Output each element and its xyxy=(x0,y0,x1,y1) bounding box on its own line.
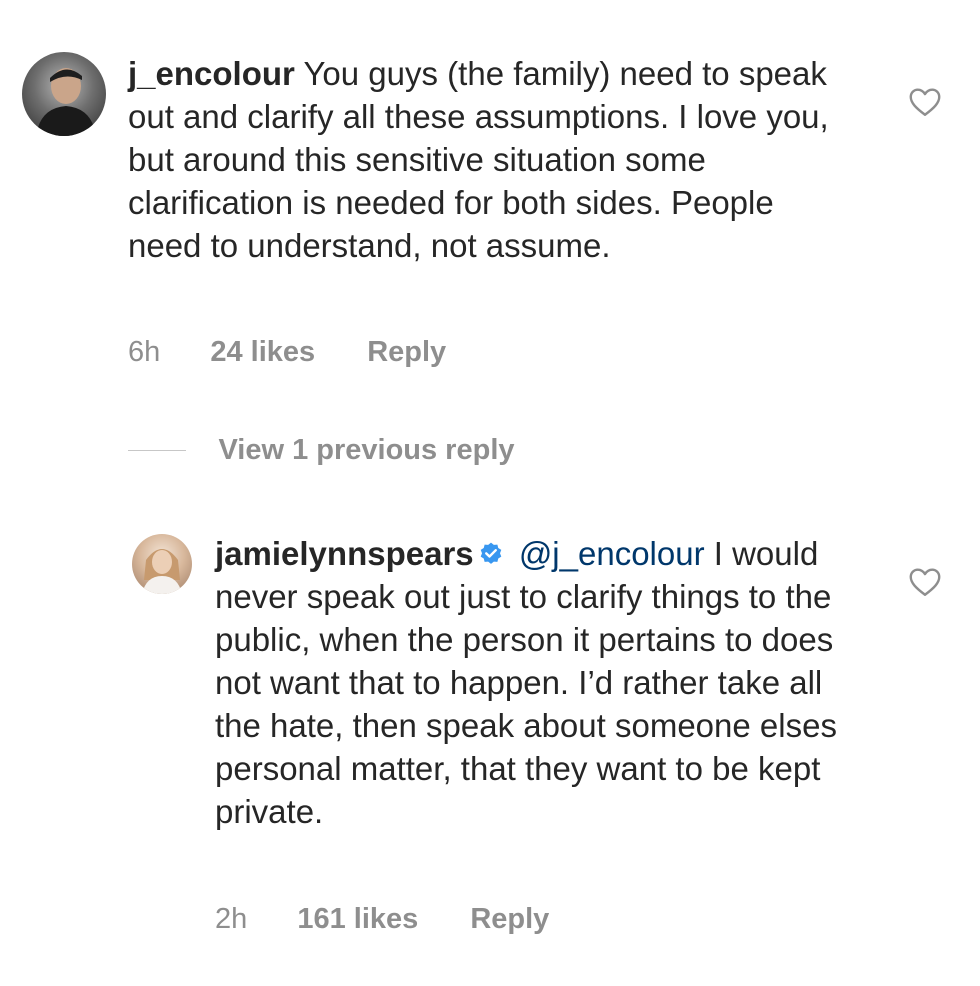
comment-likes-link[interactable]: 24 likes xyxy=(210,336,315,369)
view-previous-replies-label: View 1 previous reply xyxy=(218,434,515,466)
comment-timestamp: 2h xyxy=(215,903,248,935)
verified-badge-icon xyxy=(478,541,504,567)
comment-likes-link[interactable]: 161 likes xyxy=(297,903,418,936)
comment-body: I would never speak out just to clarify … xyxy=(215,535,837,830)
like-button[interactable] xyxy=(907,84,943,120)
comment-text: j_encolour You guys (the family) need to… xyxy=(128,52,848,267)
heart-outline-icon xyxy=(909,88,941,116)
comment-timestamp: 6h xyxy=(128,336,161,368)
reply-button[interactable]: Reply xyxy=(367,336,446,369)
heart-outline-icon xyxy=(909,568,941,596)
avatar[interactable] xyxy=(132,534,192,594)
avatar-image xyxy=(36,68,96,136)
like-button[interactable] xyxy=(907,564,943,600)
comment-meta: 2h 161 likes Reply xyxy=(215,903,549,936)
avatar-image xyxy=(142,549,182,594)
view-previous-replies-button[interactable]: View 1 previous reply xyxy=(128,434,515,467)
comment-text: jamielynnspears @j_encolour I would neve… xyxy=(215,532,865,833)
avatar[interactable] xyxy=(22,52,106,136)
comment-username[interactable]: j_encolour xyxy=(128,55,295,92)
comment-meta: 6h 24 likes Reply xyxy=(128,336,446,369)
comment-username[interactable]: jamielynnspears xyxy=(215,535,474,572)
mention-link[interactable]: @j_encolour xyxy=(519,535,705,572)
reply-button[interactable]: Reply xyxy=(470,903,549,936)
replies-divider-line xyxy=(128,450,186,451)
